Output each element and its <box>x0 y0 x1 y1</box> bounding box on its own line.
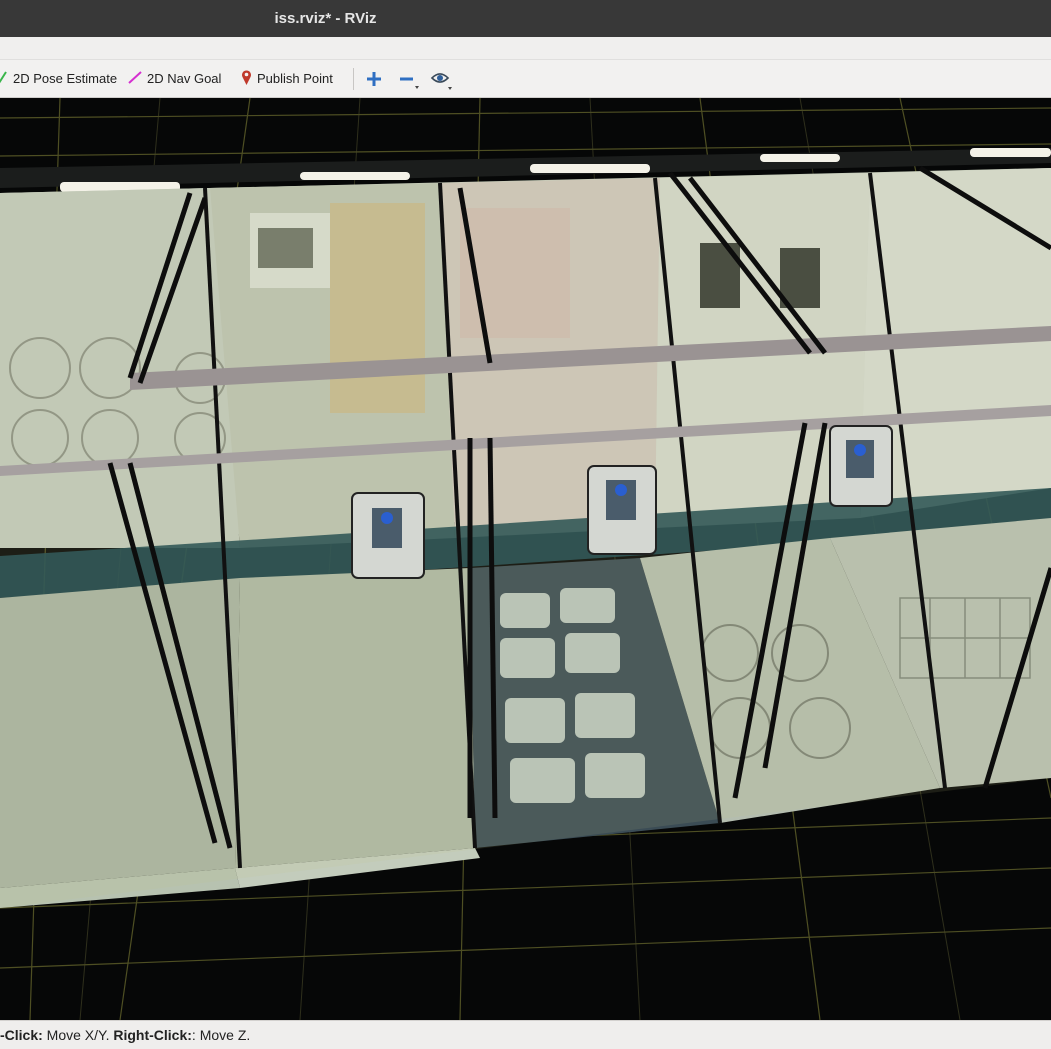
nav-goal-tool[interactable]: 2D Nav Goal <box>128 60 221 97</box>
map-pin-icon <box>241 69 252 89</box>
3d-viewport[interactable] <box>0 98 1051 1020</box>
pose-estimate-tool[interactable]: 2D Pose Estimate <box>0 60 117 97</box>
title-bar: iss.rviz* - RViz <box>0 0 1051 37</box>
remove-tool-button[interactable] <box>397 69 419 89</box>
menu-bar <box>0 37 1051 60</box>
minus-icon <box>400 77 419 89</box>
left-click-label: -Click: <box>0 1027 43 1043</box>
publish-point-label: Publish Point <box>257 71 333 86</box>
plus-icon <box>367 72 381 86</box>
eye-icon <box>430 73 452 90</box>
publish-point-tool[interactable]: Publish Point <box>241 60 333 97</box>
right-click-label: Right-Click: <box>113 1027 192 1043</box>
robot-2[interactable] <box>587 465 657 555</box>
iss-scene <box>0 98 1051 1020</box>
robot-3[interactable] <box>829 425 893 507</box>
pose-arrow-icon <box>0 69 8 88</box>
status-bar: -Click: Move X/Y. Right-Click:: Move Z. <box>0 1020 1051 1049</box>
left-click-action: Move X/Y. <box>42 1027 114 1043</box>
toggle-panels-button[interactable] <box>430 69 452 90</box>
nav-goal-arrow-icon <box>128 69 142 88</box>
nav-goal-label: 2D Nav Goal <box>147 71 222 86</box>
toolbar-separator <box>353 68 354 90</box>
pose-estimate-label: 2D Pose Estimate <box>13 71 118 86</box>
tool-bar: 2D Pose Estimate 2D Nav Goal Publish Poi… <box>0 60 1051 98</box>
right-click-action: : Move Z. <box>191 1027 251 1043</box>
robot-1[interactable] <box>351 492 425 579</box>
window-title: iss.rviz* - RViz <box>274 10 377 27</box>
add-tool-button[interactable] <box>364 69 384 89</box>
